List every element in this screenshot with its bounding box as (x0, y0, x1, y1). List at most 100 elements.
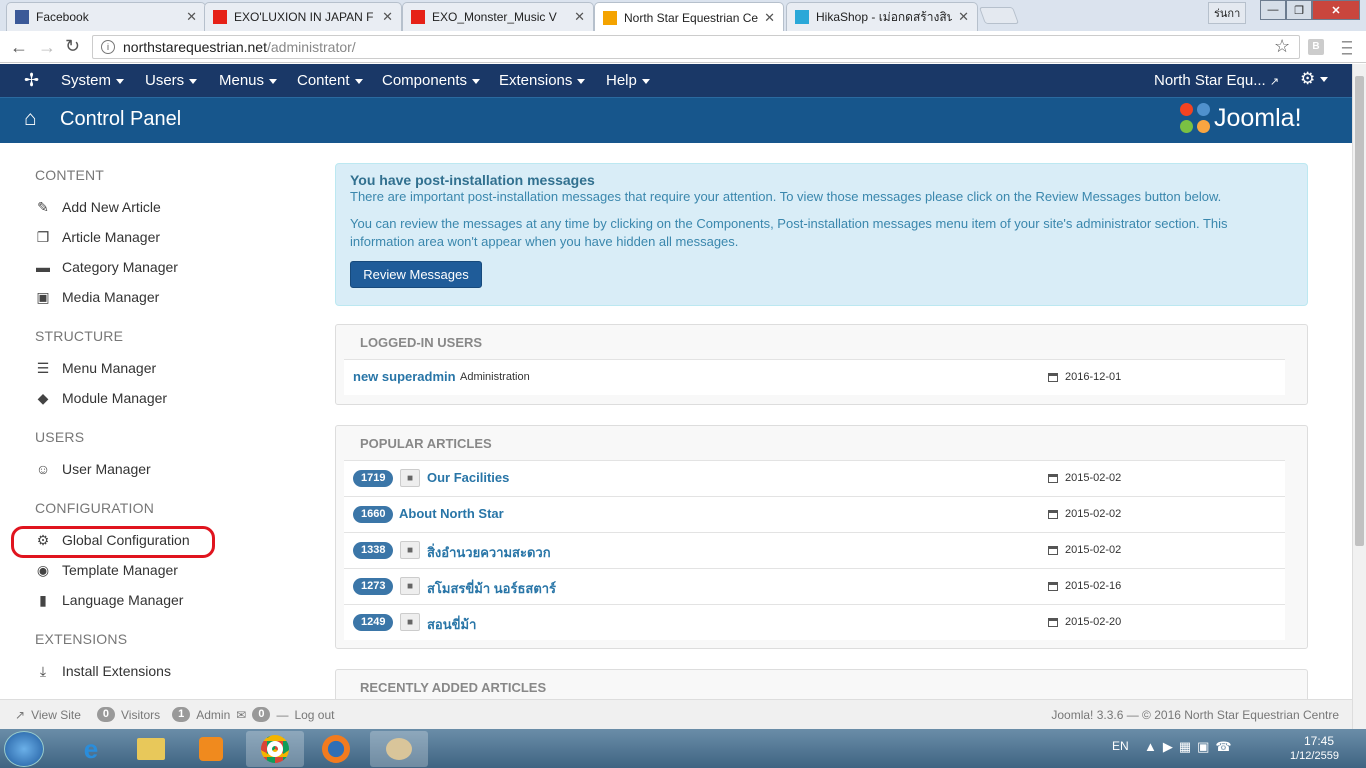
browser-tab[interactable]: EXO_Monster_Music V ✕ (402, 2, 594, 31)
joomla-icon (603, 10, 617, 25)
tab-close-icon[interactable]: ✕ (382, 9, 393, 25)
article-title-link[interactable]: About North Star (399, 506, 504, 521)
info-icon: i (101, 40, 115, 54)
folder-icon: ▬ (36, 259, 50, 275)
tab-close-icon[interactable]: ✕ (958, 9, 969, 25)
input-language[interactable]: EN (1112, 739, 1129, 753)
menu-users[interactable]: Users (145, 72, 198, 89)
article-title-link[interactable]: สิ่งอำนวยความสะดวก (427, 542, 551, 563)
lock-icon: ■ (400, 577, 420, 595)
ie-taskbar-icon[interactable]: e (62, 731, 120, 767)
new-tab-button[interactable] (978, 7, 1020, 24)
menu-extensions[interactable]: Extensions (499, 72, 586, 89)
calendar-icon (1048, 509, 1058, 519)
menu-label: Extensions (499, 72, 573, 89)
sidebar-item-add-new-article[interactable]: ✎ Add New Article (35, 199, 161, 216)
windows-taskbar: e EN ▲▶▦▣☎ 17:45 1/12/2559 (0, 729, 1366, 768)
clock-time[interactable]: 17:45 (1304, 734, 1334, 748)
sidebar-item-template-manager[interactable]: ◉ Template Manager (35, 561, 178, 579)
sidebar-item-category-manager[interactable]: ▬ Category Manager (35, 259, 178, 275)
youtube-icon (411, 10, 425, 24)
menu-content[interactable]: Content (297, 72, 363, 89)
article-date: 2015-02-02 (1048, 544, 1121, 556)
eye-icon: ◉ (36, 561, 50, 578)
copy-icon: ❐ (36, 228, 50, 245)
caret-down-icon (472, 78, 481, 84)
paint-taskbar-icon[interactable] (370, 731, 428, 767)
forward-icon[interactable]: → (38, 37, 56, 58)
global-configuration-highlight (11, 526, 215, 558)
popular-article-row: 1660■About North Star2015-02-02 (344, 496, 1285, 532)
sidebar-item-menu-manager[interactable]: ☰ Menu Manager (35, 360, 157, 377)
bookmark-star-icon[interactable]: ☆ (1274, 36, 1290, 57)
menu-menus[interactable]: Menus (219, 72, 278, 89)
article-date: 2015-02-16 (1048, 580, 1121, 592)
review-messages-button[interactable]: Review Messages (350, 261, 482, 288)
alert-line2: You can review the messages at any time … (350, 216, 1228, 249)
start-button[interactable] (4, 731, 44, 767)
article-title-link[interactable]: Our Facilities (427, 470, 509, 485)
extension-icon[interactable]: B (1308, 39, 1324, 55)
user-settings-menu[interactable]: ⚙ (1300, 69, 1329, 89)
tab-title: Facebook (36, 10, 89, 24)
firefox-taskbar-icon[interactable] (307, 731, 365, 767)
page-scrollbar[interactable] (1352, 64, 1366, 729)
logout-link[interactable]: Log out (294, 708, 334, 722)
joomla-logo-icon[interactable]: ✢ (24, 70, 39, 91)
article-title-link[interactable]: สอนขี่ม้า (427, 614, 476, 635)
sidebar-item-media-manager[interactable]: ▣ Media Manager (35, 289, 160, 306)
sidebar-heading: CONFIGURATION (35, 500, 155, 516)
window-profile-label[interactable]: ร่นกา (1208, 2, 1247, 24)
tab-close-icon[interactable]: ✕ (574, 9, 585, 25)
comments-icon: ▮ (39, 591, 47, 608)
sidebar-item-user-manager[interactable]: ☺ User Manager (35, 461, 151, 477)
user-name-link[interactable]: new superadmin (353, 369, 456, 384)
address-bar[interactable]: i northstarequestrian.net/administrator/ (92, 35, 1300, 59)
menu-label: Content (297, 72, 350, 89)
logged-in-user-row: new superadmin Administration 2016-12-01 (344, 359, 1285, 395)
chrome-menu-icon[interactable]: ─ ─ ─ (1342, 34, 1352, 60)
menu-system[interactable]: System (61, 72, 125, 89)
lock-icon: ■ (400, 469, 420, 487)
sidebar-heading: CONTENT (35, 167, 105, 183)
media-player-taskbar-icon[interactable] (182, 731, 240, 767)
sidebar-item-article-manager[interactable]: ❐ Article Manager (35, 228, 160, 246)
message-count: 0 (252, 707, 271, 722)
browser-tab[interactable]: EXO'LUXION IN JAPAN F ✕ (204, 2, 402, 31)
maximize-button[interactable]: ❐ (1286, 0, 1312, 20)
sidebar-item-install-extensions[interactable]: ⤓ Install Extensions (35, 663, 171, 680)
browser-tab[interactable]: Facebook ✕ (6, 2, 206, 31)
tab-close-icon[interactable]: ✕ (186, 9, 197, 25)
minimize-button[interactable]: — (1260, 0, 1286, 20)
view-site-link[interactable]: View Site (31, 708, 81, 722)
minus-icon: — (276, 707, 289, 722)
login-date-text: 2016-12-01 (1065, 371, 1122, 383)
menu-label: Help (606, 72, 637, 89)
article-date-text: 2015-02-02 (1065, 472, 1122, 484)
browser-tab[interactable]: HikaShop - เม่อกดสร้างสินค ✕ (786, 2, 978, 31)
sidebar-heading: USERS (35, 429, 85, 445)
popular-article-row: 1273 ■ สโมสรขี่ม้า นอร์ธสตาร์ 2015-02-16 (344, 568, 1285, 604)
article-title-link[interactable]: สโมสรขี่ม้า นอร์ธสตาร์ (427, 578, 556, 599)
site-link[interactable]: North Star Equ... ↗ (1154, 72, 1279, 89)
menu-components[interactable]: Components (382, 72, 481, 89)
article-date: 2015-02-20 (1048, 616, 1121, 628)
close-window-button[interactable]: ✕ (1312, 0, 1360, 20)
back-icon[interactable]: ← (10, 37, 28, 58)
sidebar-item-module-manager[interactable]: ◆ Module Manager (35, 390, 167, 407)
caret-down-icon (577, 78, 586, 84)
explorer-taskbar-icon[interactable] (122, 731, 180, 767)
tab-close-icon[interactable]: ✕ (764, 10, 775, 26)
clock-date[interactable]: 1/12/2559 (1290, 750, 1339, 762)
sidebar-item-label: Media Manager (62, 289, 160, 305)
reload-icon[interactable]: ↻ (65, 36, 80, 57)
menu-label: Components (382, 72, 468, 89)
browser-tab[interactable]: North Star Equestrian Ce ✕ (594, 2, 784, 32)
sidebar-item-label: Add New Article (62, 199, 161, 215)
tray-icons[interactable]: ▲▶▦▣☎ (1144, 739, 1238, 755)
menu-help[interactable]: Help (606, 72, 650, 89)
sidebar-item-label: Menu Manager (62, 360, 157, 376)
chrome-taskbar-icon[interactable] (246, 731, 304, 767)
sidebar-item-language-manager[interactable]: ▮ Language Manager (35, 591, 183, 609)
hits-badge: 1719 (353, 470, 394, 487)
